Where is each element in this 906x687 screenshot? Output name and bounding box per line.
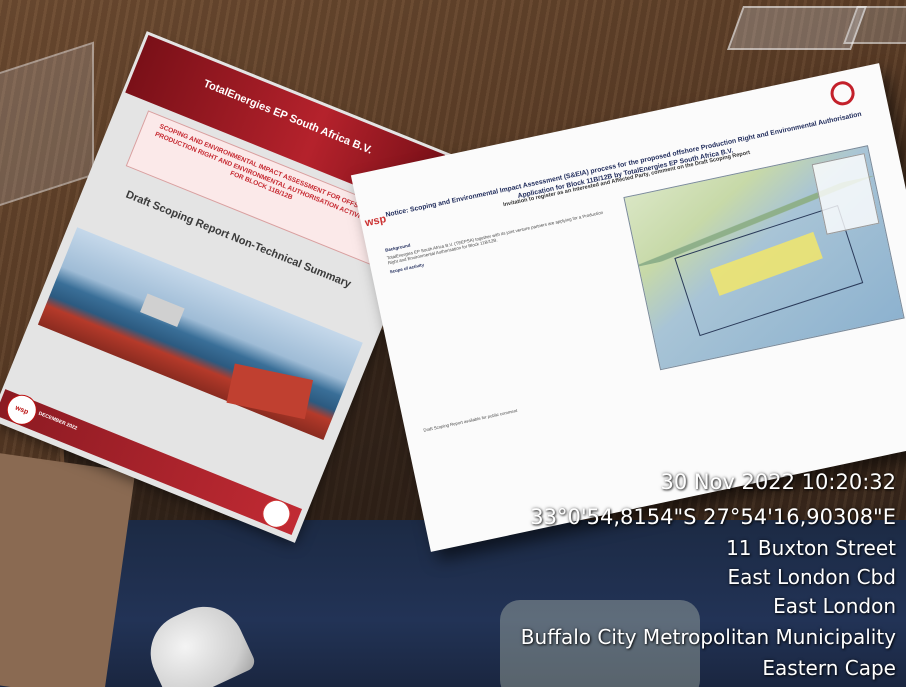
totalenergies-logo: [828, 79, 857, 108]
province-overlay: Eastern Cape: [762, 656, 896, 680]
rig-shape: [140, 293, 185, 328]
timestamp-overlay: 30 Nov 2022 10:20:32: [660, 470, 897, 494]
suburb-overlay: East London Cbd: [727, 565, 896, 589]
municipality-overlay: Buffalo City Metropolitan Municipality: [520, 625, 896, 649]
city-overlay: East London: [773, 594, 896, 618]
gps-coordinates-overlay: 33°0'54,8154"S 27°54'16,90308"E: [530, 505, 896, 529]
street-overlay: 11 Buxton Street: [726, 536, 896, 560]
photo-scene: TotalEnergies EP South Africa B.V. Scopi…: [0, 0, 906, 687]
